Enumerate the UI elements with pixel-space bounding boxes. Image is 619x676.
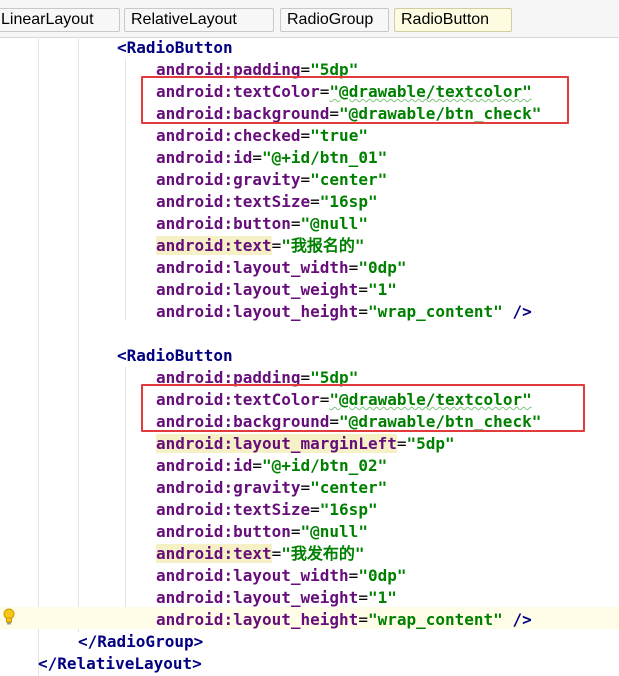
code-line: android:textSize="16sp" [156, 192, 378, 211]
code-line: <RadioButton [117, 345, 233, 367]
attr-namespace: android [156, 302, 224, 321]
attr-value: "wrap_content" [367, 610, 503, 629]
code-line: android:layout_weight="1" [156, 588, 397, 607]
attr-namespace: android [156, 478, 224, 497]
attr-namespace: android [156, 522, 224, 541]
attr-value: "center" [310, 170, 388, 189]
attr-namespace: android [156, 214, 224, 233]
attr-name: checked [233, 126, 301, 145]
attr-namespace: android [156, 500, 224, 519]
xml-tag-close: /> [502, 302, 532, 321]
attr-namespace: android [156, 544, 224, 563]
attr-name: layout_height [233, 302, 359, 321]
code-line: android:button="@null" [156, 214, 368, 233]
editor-tab-bar: LinearLayout RelativeLayout RadioGroup R… [0, 0, 619, 38]
attr-name: layout_width [233, 566, 349, 585]
attr-name: layout_width [233, 258, 349, 277]
attr-value: "@null" [300, 214, 368, 233]
attr-value: "1" [367, 280, 397, 299]
attr-namespace: android [156, 610, 224, 629]
attr-namespace: android [156, 280, 224, 299]
code-line: android:gravity="center" [156, 170, 388, 189]
attr-value: "@+id/btn_02" [261, 456, 388, 475]
xml-tag-close: </RadioGroup> [78, 632, 204, 651]
code-line: android:layout_weight="1" [156, 280, 397, 299]
attr-name: id [233, 148, 253, 167]
attr-namespace: android [156, 236, 224, 255]
attr-name: id [233, 456, 253, 475]
attr-value: "0dp" [358, 258, 407, 277]
code-line: android:text="我报名的" [156, 236, 365, 255]
attr-name: text [233, 544, 272, 563]
attr-name: layout_weight [233, 280, 359, 299]
attr-value: "wrap_content" [367, 302, 503, 321]
code-line: android:layout_width="0dp" [156, 566, 407, 585]
code-line: </RelativeLayout> [38, 653, 202, 675]
code-line: android:layout_width="0dp" [156, 258, 407, 277]
attr-value: "5dp" [406, 434, 455, 453]
attr-name: layout_weight [233, 588, 359, 607]
tab-relativelayout[interactable]: RelativeLayout [124, 8, 274, 32]
attr-name: layout_marginLeft [233, 434, 397, 453]
attr-namespace: android [156, 588, 224, 607]
indent-guide [125, 59, 126, 320]
attr-name: gravity [233, 170, 301, 189]
code-line: android:layout_height="wrap_content" /> [156, 302, 532, 321]
xml-tag-close: /> [502, 610, 532, 629]
attr-value: "@+id/btn_01" [261, 148, 388, 167]
highlight-box [141, 76, 569, 124]
tab-radiobutton[interactable]: RadioButton [394, 8, 512, 32]
code-line: android:layout_height="wrap_content" /> [156, 610, 532, 629]
highlight-box [141, 384, 585, 432]
attr-name: text [233, 236, 272, 255]
code-line: android:layout_marginLeft="5dp" [156, 434, 455, 453]
attr-namespace: android [156, 148, 224, 167]
attr-namespace: android [156, 258, 224, 277]
attr-value: "true" [310, 126, 368, 145]
attr-namespace: android [156, 192, 224, 211]
attr-namespace: android [156, 434, 224, 453]
attr-value: "0dp" [358, 566, 407, 585]
attr-name: gravity [233, 478, 301, 497]
xml-tag-open: <RadioButton [117, 38, 233, 57]
attr-name: layout_height [233, 610, 359, 629]
code-line: android:id="@+id/btn_02" [156, 456, 388, 475]
attr-namespace: android [156, 170, 224, 189]
indent-guide [38, 37, 39, 676]
xml-tag-close: </RelativeLayout> [38, 654, 202, 673]
tab-radiogroup[interactable]: RadioGroup [280, 8, 389, 32]
attr-value: "center" [310, 478, 388, 497]
code-line: android:id="@+id/btn_01" [156, 148, 388, 167]
attr-name: button [233, 214, 291, 233]
code-line: android:text="我发布的" [156, 544, 365, 563]
lightbulb-icon[interactable] [2, 607, 16, 627]
attr-value: "1" [367, 588, 397, 607]
code-line: android:button="@null" [156, 522, 368, 541]
attr-value: "16sp" [319, 192, 378, 211]
code-line: android:checked="true" [156, 126, 368, 145]
code-line: android:gravity="center" [156, 478, 388, 497]
indent-guide [125, 367, 126, 618]
code-line: </RadioGroup> [78, 631, 203, 653]
code-line: android:textSize="16sp" [156, 500, 378, 519]
attr-name: button [233, 522, 291, 541]
indent-guide [78, 37, 79, 632]
xml-tag-open: <RadioButton [117, 346, 233, 365]
code-editor[interactable]: <RadioButton android:padding="5dp" andro… [0, 37, 619, 676]
tab-linearlayout[interactable]: LinearLayout [0, 8, 120, 32]
attr-namespace: android [156, 566, 224, 585]
attr-value: "我发布的" [281, 544, 365, 563]
attr-namespace: android [156, 126, 224, 145]
attr-name: textSize [233, 500, 311, 519]
attr-name: textSize [233, 192, 311, 211]
attr-value: "我报名的" [281, 236, 365, 255]
attr-value: "16sp" [319, 500, 378, 519]
code-line: <RadioButton [117, 37, 233, 59]
attr-value: "@null" [300, 522, 368, 541]
attr-namespace: android [156, 456, 224, 475]
